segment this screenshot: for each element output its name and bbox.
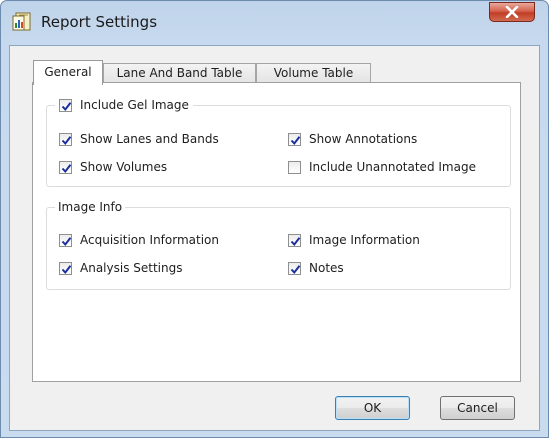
include-unannotated-image-label: Include Unannotated Image <box>309 160 476 174</box>
tab-volume-table[interactable]: Volume Table <box>256 63 371 84</box>
checkmark-icon <box>61 135 72 145</box>
analysis-settings-label: Analysis Settings <box>80 261 183 275</box>
checkbox[interactable] <box>288 160 301 174</box>
dialog-body: General Lane And Band Table Volume Table… <box>9 45 540 431</box>
tab-label: Volume Table <box>273 66 354 80</box>
acquisition-information-label: Acquisition Information <box>80 233 220 247</box>
checkmark-icon <box>61 264 72 274</box>
checkmark-icon <box>290 135 301 145</box>
checkmark-icon <box>290 236 301 246</box>
window-title: Report Settings <box>41 13 158 31</box>
checkbox[interactable] <box>59 233 72 247</box>
checkmark-icon <box>290 264 301 274</box>
show-annotations-checkbox[interactable]: Show Annotations <box>288 131 417 147</box>
checkmark-icon <box>61 101 72 111</box>
analysis-settings-checkbox[interactable]: Analysis Settings <box>59 260 182 276</box>
include-gel-image-label: Include Gel Image <box>80 98 189 112</box>
checkmark-icon <box>61 163 72 173</box>
checkbox[interactable] <box>288 233 301 247</box>
checkbox[interactable] <box>59 98 72 112</box>
title-bar[interactable]: Report Settings <box>1 1 548 45</box>
notes-label: Notes <box>309 261 344 275</box>
close-icon <box>505 6 519 18</box>
report-settings-dialog: Report Settings General Lane And Band Ta… <box>0 0 549 438</box>
report-icon <box>12 12 31 31</box>
gel-image-group: Include Gel Image Show Lanes and Bands S… <box>46 97 511 187</box>
show-volumes-checkbox[interactable]: Show Volumes <box>59 159 167 175</box>
include-gel-image-checkbox[interactable]: Include Gel Image <box>55 97 193 113</box>
show-annotations-label: Show Annotations <box>309 132 418 146</box>
cancel-button[interactable]: Cancel <box>440 396 515 420</box>
checkbox[interactable] <box>288 261 301 275</box>
tab-label: Lane And Band Table <box>116 66 243 80</box>
show-lanes-and-bands-label: Show Lanes and Bands <box>80 132 219 146</box>
checkbox[interactable] <box>59 160 72 174</box>
notes-checkbox[interactable]: Notes <box>288 260 344 276</box>
checkbox[interactable] <box>59 261 72 275</box>
show-volumes-label: Show Volumes <box>80 160 168 174</box>
image-info-group: Image Info Acquisition Information Image… <box>46 199 511 290</box>
include-unannotated-image-checkbox[interactable]: Include Unannotated Image <box>288 159 476 175</box>
image-information-label: Image Information <box>309 233 420 247</box>
ok-button[interactable]: OK <box>335 396 410 420</box>
checkbox[interactable] <box>288 132 301 146</box>
checkmark-icon <box>61 236 72 246</box>
general-tab-panel: Include Gel Image Show Lanes and Bands S… <box>32 82 521 382</box>
tab-general[interactable]: General <box>33 60 103 85</box>
show-lanes-and-bands-checkbox[interactable]: Show Lanes and Bands <box>59 131 219 147</box>
image-info-title-text: Image Info <box>58 200 123 214</box>
image-information-checkbox[interactable]: Image Information <box>288 232 420 248</box>
acquisition-information-checkbox[interactable]: Acquisition Information <box>59 232 219 248</box>
checkbox[interactable] <box>59 132 72 146</box>
tab-lane-and-band-table[interactable]: Lane And Band Table <box>103 63 256 84</box>
close-button[interactable] <box>489 2 535 22</box>
tab-label: General <box>44 65 92 79</box>
image-info-group-title: Image Info <box>55 199 126 215</box>
